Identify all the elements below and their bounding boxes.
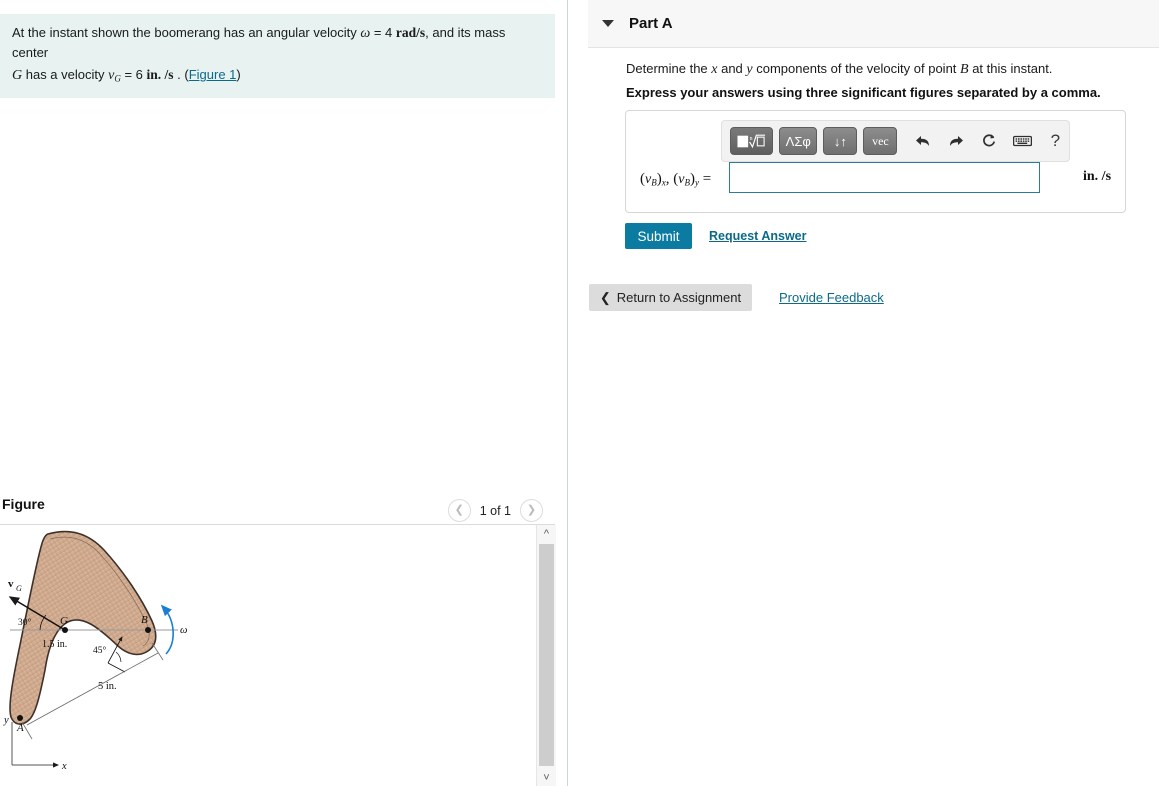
- problem-line-2: G has a velocity vG = 6 in. /s . (Figure…: [12, 65, 543, 86]
- keyboard-icon[interactable]: [1009, 128, 1036, 154]
- in-per-sec-unit: in. /s: [146, 67, 174, 83]
- template-sqrt-button[interactable]: n: [730, 127, 774, 155]
- dimension-5-label: 5 in.: [98, 681, 117, 692]
- figure-image-viewport[interactable]: G B A v G 30° 1.5 in. 45° ω 5 in. y x: [0, 525, 536, 786]
- question-end: at this instant.: [968, 61, 1053, 76]
- left-pane: At the instant shown the boomerang has a…: [0, 0, 567, 786]
- part-a-title: Part A: [629, 15, 673, 32]
- problem-text-c: has a velocity: [22, 67, 109, 83]
- point-b-label: B: [141, 614, 148, 626]
- figure-page-label: 1 of 1: [479, 503, 511, 518]
- figure-title: Figure: [2, 496, 45, 512]
- reset-circular-arrow-icon[interactable]: [976, 128, 1003, 154]
- velocity-vg-subscript: G: [16, 584, 22, 593]
- scrollbar-thumb[interactable]: [539, 544, 554, 766]
- return-to-assignment-label: Return to Assignment: [616, 290, 742, 305]
- help-question-icon[interactable]: ?: [1042, 128, 1069, 154]
- angle-45-arc: [115, 651, 122, 663]
- answer-b-subscript-1: B: [651, 177, 657, 188]
- undo-arrow-icon[interactable]: [909, 128, 936, 154]
- figure-1-link[interactable]: Figure 1: [189, 67, 237, 82]
- keyboard-glyph: [1012, 135, 1032, 147]
- submit-button[interactable]: Submit: [625, 223, 692, 249]
- undo-glyph: [915, 135, 929, 146]
- template-greek-button[interactable]: ΛΣφ: [779, 127, 818, 155]
- axis-y-label: y: [3, 715, 9, 726]
- figure-header: Figure ❮ 1 of 1 ❯: [0, 496, 555, 526]
- pane-divider: [567, 0, 568, 786]
- answer-y-subscript: y: [694, 177, 699, 188]
- sqrt-template-icon: n: [737, 134, 766, 148]
- problem-eq-2: = 6: [120, 67, 147, 83]
- angle-30-label: 30°: [18, 617, 32, 628]
- return-to-assignment-button[interactable]: ❮ Return to Assignment: [589, 284, 752, 311]
- problem-statement: At the instant shown the boomerang has a…: [0, 14, 555, 99]
- redo-arrow-icon[interactable]: [943, 128, 970, 154]
- part-a-header[interactable]: Part A: [588, 0, 1159, 48]
- chevron-left-icon: ❮: [599, 289, 611, 305]
- request-answer-link[interactable]: Request Answer: [709, 229, 806, 243]
- problem-text-d: . (: [173, 67, 189, 83]
- boomerang-diagram: G B A v G 30° 1.5 in. 45° ω 5 in. y x: [3, 530, 187, 772]
- boomerang-body: [9, 530, 157, 725]
- caret-down-icon[interactable]: [602, 20, 614, 27]
- answer-label: (vB)x, (vB)y =: [640, 171, 712, 188]
- scroll-up-button[interactable]: ^: [537, 525, 556, 542]
- dimension-5-tick-b: [151, 642, 164, 661]
- template-vec-button[interactable]: vec: [863, 127, 898, 155]
- dimension-1-5-label: 1.5 in.: [42, 639, 67, 650]
- problem-text-a: At the instant shown the boomerang has a…: [12, 25, 361, 40]
- answer-instruction: Express your answers using three signifi…: [626, 85, 1101, 100]
- point-g-label: G: [60, 615, 68, 627]
- angle-45-leg: [107, 662, 126, 673]
- point-a-marker: [17, 715, 23, 721]
- rad-per-sec-unit: rad/s: [395, 25, 426, 40]
- provide-feedback-link[interactable]: Provide Feedback: [779, 290, 884, 305]
- question-b-symbol: B: [960, 62, 969, 77]
- template-updown-arrows-button[interactable]: ↓↑: [823, 127, 858, 155]
- omega-symbol: ω: [360, 26, 371, 41]
- figure-pager: ❮ 1 of 1 ❯: [447, 499, 543, 522]
- answer-input[interactable]: [729, 162, 1040, 193]
- problem-line-1: At the instant shown the boomerang has a…: [12, 23, 543, 63]
- question-mid: and: [717, 61, 747, 76]
- answer-units-label: in. /s: [1083, 169, 1112, 184]
- scroll-down-button[interactable]: ˅: [537, 769, 556, 786]
- question-pre: Determine the: [626, 61, 712, 76]
- figure-next-button[interactable]: ❯: [520, 499, 543, 522]
- svg-text:n: n: [750, 136, 753, 142]
- omega-label: ω: [180, 625, 187, 636]
- axis-x-label: x: [61, 761, 67, 772]
- point-b-marker: [145, 627, 151, 633]
- answer-x-subscript: x: [661, 177, 666, 188]
- question-post: components of the velocity of point: [752, 61, 961, 76]
- g-symbol: G: [12, 68, 23, 84]
- reset-glyph: [983, 134, 996, 147]
- figure-prev-button[interactable]: ❮: [447, 499, 471, 522]
- omega-arc-arrow: [160, 604, 174, 655]
- question-text: Determine the x and y components of the …: [626, 61, 1052, 78]
- answer-b-subscript-2: B: [684, 177, 690, 188]
- angle-45-label: 45°: [93, 645, 107, 656]
- chevron-left-icon: ❮: [454, 504, 464, 516]
- answer-panel: n ΛΣφ ↓↑ vec ? (vB)x, (vB)y = in. /s: [625, 110, 1126, 213]
- problem-text-e: ): [236, 67, 241, 83]
- chevron-right-icon: ❯: [526, 504, 537, 516]
- figure-scrollbar[interactable]: ^ ˅: [536, 525, 556, 786]
- problem-eq-1: = 4: [370, 25, 396, 40]
- math-toolbar: n ΛΣφ ↓↑ vec ?: [721, 120, 1070, 162]
- right-pane: Part A Determine the x and y components …: [588, 0, 1159, 786]
- redo-glyph: [950, 135, 964, 146]
- velocity-vg-label: v: [8, 578, 14, 590]
